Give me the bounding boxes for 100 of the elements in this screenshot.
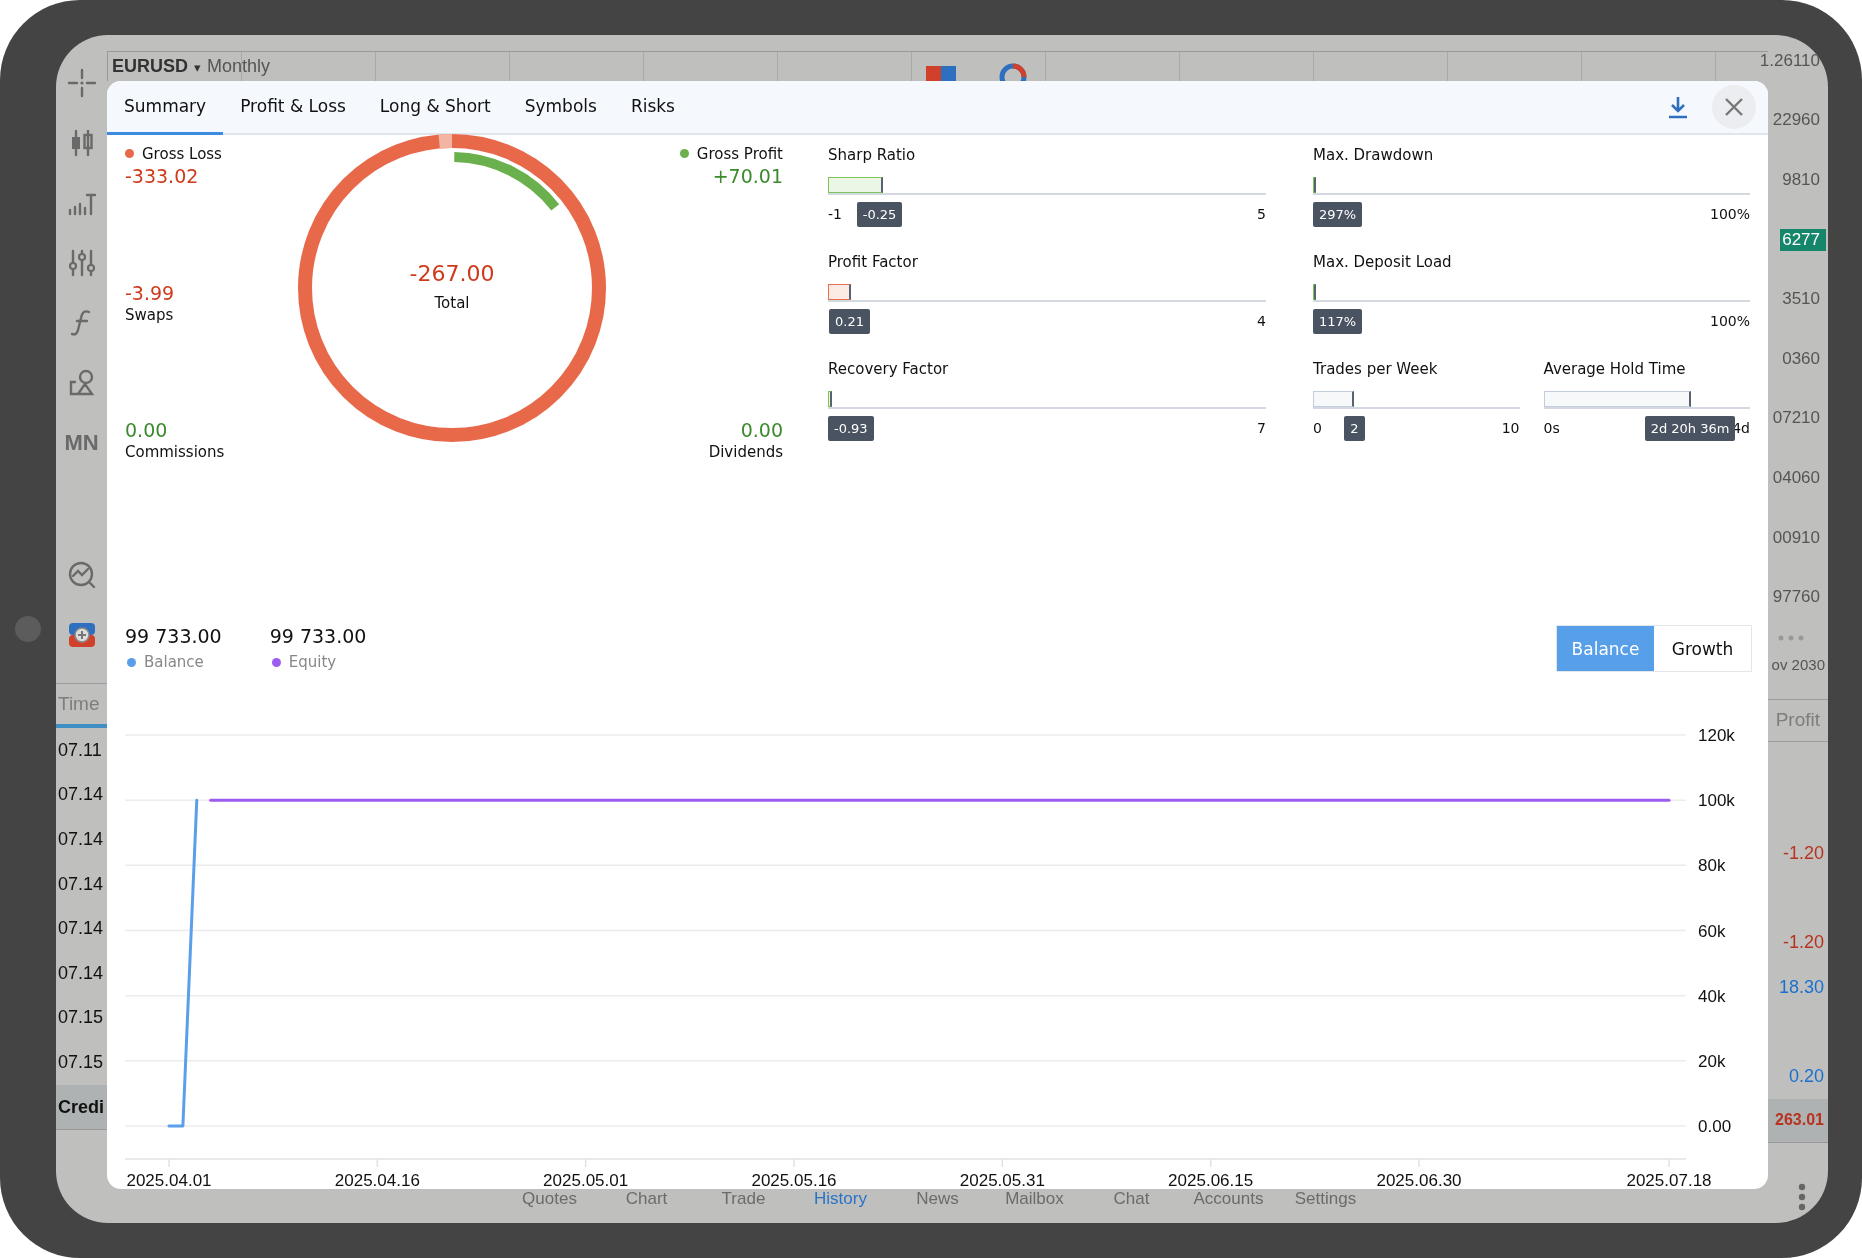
axis-label: 2025.07.18 [1626, 1171, 1712, 1189]
value-tooltip: -0.93 [828, 415, 874, 441]
scale-max: 100% [1709, 313, 1750, 330]
metric-label: Max. Deposit Load [1313, 251, 1453, 272]
table-cell: 263.01 [1775, 1111, 1824, 1130]
legend-label: Balance [144, 653, 204, 672]
scale-min: -1 [828, 206, 842, 223]
scale-max: 4 [1257, 313, 1266, 330]
metric-label: Max. Drawdown [1313, 144, 1435, 165]
scale-max: 5 [1257, 206, 1266, 223]
signals-icon[interactable] [66, 620, 97, 650]
legend-value: 99 733.00 [269, 625, 367, 648]
axis-label: 80k [1698, 856, 1726, 876]
axis-label: 60k [1698, 921, 1726, 941]
price-label: 1.26110 [1758, 49, 1821, 72]
table-cell: 07.14 [58, 873, 104, 895]
tab[interactable]: Long & Short [362, 81, 508, 135]
total-value: -267.00 [409, 260, 495, 286]
axis-label: 40k [1698, 986, 1726, 1006]
price-label: 6277 [1780, 228, 1826, 251]
table-cell: -1.20 [1782, 932, 1824, 954]
tab[interactable]: Profit & Loss [223, 81, 363, 135]
symbol-label[interactable]: EURUSD [112, 52, 188, 77]
metric-label: Recovery Factor [828, 358, 950, 379]
axis-label: 2025.04.16 [334, 1171, 420, 1189]
legend-value: 99 733.00 [125, 625, 222, 648]
nav-item[interactable]: History [792, 1189, 889, 1208]
table-cell: 18.30 [1778, 976, 1824, 998]
stat-value: 0.00 [125, 418, 169, 441]
table-cell: Credi [58, 1096, 104, 1118]
value-tooltip: 297% [1313, 201, 1363, 227]
scale-min: 0s [1543, 420, 1560, 437]
table-cell: 07.15 [58, 1007, 104, 1029]
axis-label: 2025.06.15 [1168, 1171, 1254, 1189]
metric-label: Average Hold Time [1543, 358, 1687, 379]
axis-date: ov 2030 [1771, 655, 1826, 676]
metric-label: Sharp Ratio [828, 144, 917, 165]
price-label: 04060 [1771, 466, 1821, 489]
nav-item[interactable]: Chart [598, 1189, 695, 1208]
nav-item[interactable]: Chat [1083, 1189, 1180, 1208]
scale-min: 0 [1313, 420, 1322, 437]
toggle-button[interactable]: Balance [1557, 626, 1654, 672]
scale-max: 100% [1709, 206, 1750, 223]
axis-label: 2025.05.01 [543, 1171, 629, 1189]
nav-item[interactable]: Settings [1277, 1189, 1374, 1208]
stat-value: 0.00 [740, 418, 783, 441]
price-label: 22960 [1771, 109, 1821, 132]
price-label: 07210 [1771, 407, 1821, 430]
table-cell: 07.15 [58, 1051, 104, 1073]
tab[interactable]: Symbols [507, 81, 614, 135]
nav-item[interactable]: Trade [695, 1189, 792, 1208]
stat-label: Dividends [708, 442, 783, 461]
sliders-icon[interactable] [66, 248, 97, 278]
price-label: 0360 [1781, 347, 1821, 370]
table-cell: 07.11 [58, 739, 102, 761]
nav-item[interactable]: News [889, 1189, 986, 1208]
scale-max: 10 [1501, 420, 1520, 437]
stat-value: -3.99 [125, 281, 176, 304]
nav-item[interactable]: Quotes [501, 1189, 598, 1208]
nav-item[interactable]: Accounts [1180, 1189, 1277, 1208]
close-button[interactable] [1712, 84, 1756, 129]
scale-max: 7 [1257, 420, 1266, 437]
axis-label: 2025.05.16 [751, 1171, 837, 1189]
stat-label: Swaps [125, 305, 175, 324]
stat-label: Commissions [125, 442, 226, 461]
tab[interactable]: Summary [107, 81, 224, 135]
period-button[interactable]: MN [64, 430, 99, 456]
stat-value: +70.01 [712, 164, 783, 187]
more-icon[interactable] [1778, 634, 1804, 641]
legend-label: Equity [288, 653, 337, 672]
table-cell: 07.14 [58, 784, 104, 806]
more-icon[interactable] [1798, 1183, 1806, 1211]
crosshair-icon[interactable] [66, 68, 97, 98]
metric-label: Profit Factor [828, 251, 919, 272]
camera-dot [15, 616, 41, 642]
table-cell: 07.14 [58, 962, 104, 984]
axis-label: 100k [1698, 791, 1735, 811]
timeframe-label[interactable]: Monthly [207, 52, 271, 77]
close-icon [1724, 96, 1744, 117]
value-tooltip: 2 [1344, 415, 1365, 441]
value-tooltip: 0.21 [829, 308, 870, 334]
price-label: 9810 [1781, 169, 1821, 191]
download-icon[interactable] [1666, 94, 1690, 119]
table-cell: 07.14 [58, 829, 104, 850]
table-cell: 0.20 [1788, 1065, 1824, 1087]
stat-label: Gross Loss [142, 144, 222, 163]
total-label: Total [434, 293, 470, 312]
price-label: 3510 [1781, 288, 1821, 311]
table-cell: 07.14 [58, 918, 104, 940]
axis-label: 2025.05.31 [959, 1171, 1045, 1189]
nav-item[interactable]: Mailbox [986, 1189, 1083, 1208]
axis-label: 2025.04.01 [126, 1171, 212, 1189]
axis-label: 20k [1698, 1051, 1726, 1071]
tab[interactable]: Risks [613, 81, 692, 135]
axis-label: 2025.06.30 [1376, 1171, 1462, 1189]
caret-icon[interactable]: ▾ [194, 52, 201, 75]
price-label: 97760 [1771, 586, 1821, 609]
price-label: 00910 [1771, 526, 1821, 549]
analytics-icon[interactable] [66, 560, 97, 590]
column-header[interactable]: Profit [1775, 709, 1820, 732]
